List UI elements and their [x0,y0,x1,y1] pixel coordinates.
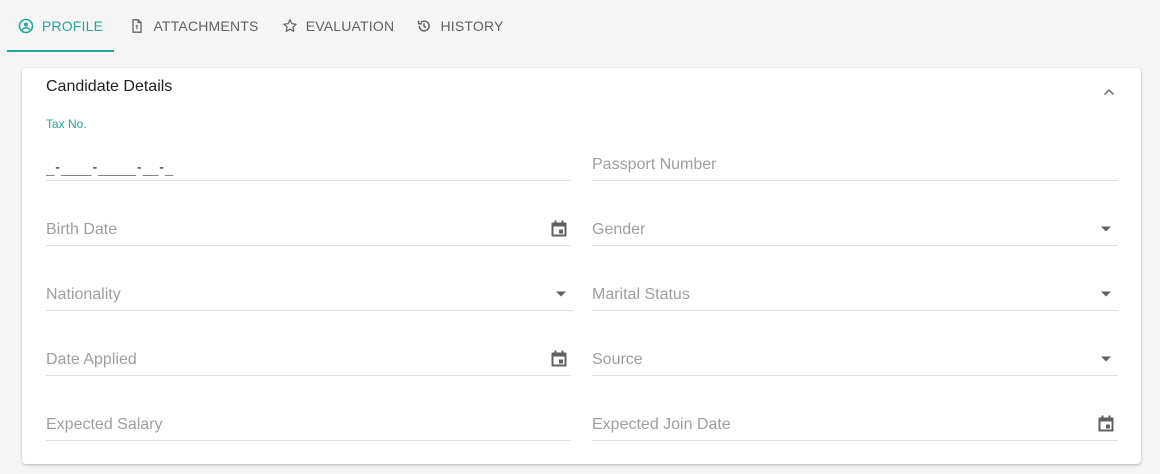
collapse-button[interactable] [1097,80,1121,104]
expected-salary-placeholder: Expected Salary [46,416,163,433]
marital-status-placeholder: Marital Status [592,286,690,303]
dropdown-arrow-icon[interactable] [1094,347,1118,371]
tab-profile[interactable]: PROFILE [7,0,114,52]
tax-no-label: Tax No. [46,117,87,131]
candidate-details-card: Candidate Details Tax No. _-____-_____-_… [22,68,1141,464]
nationality-field[interactable]: Nationality [46,247,573,311]
source-field[interactable]: Source [592,312,1118,376]
birth-date-placeholder: Birth Date [46,221,118,238]
tax-no-field[interactable]: Tax No. _-____-_____-__-_ [46,117,571,181]
dropdown-arrow-icon[interactable] [1094,282,1118,306]
birth-date-field[interactable]: Birth Date [46,182,571,246]
passport-number-placeholder: Passport Number [592,156,717,173]
chevron-up-icon [1101,84,1117,100]
nationality-placeholder: Nationality [46,286,121,303]
tab-profile-label: PROFILE [41,18,104,34]
calendar-icon[interactable] [547,347,571,371]
dropdown-arrow-icon[interactable] [549,282,573,306]
calendar-icon[interactable] [547,217,571,241]
dropdown-arrow-icon[interactable] [1094,217,1118,241]
tab-attachments-label: ATTACHMENTS [153,18,259,34]
expected-salary-field[interactable]: Expected Salary [46,377,571,441]
source-placeholder: Source [592,351,643,368]
star-icon [282,18,298,34]
tax-no-value[interactable]: _-____-_____-__-_ [46,160,173,176]
calendar-icon[interactable] [1094,412,1118,436]
expected-join-date-placeholder: Expected Join Date [592,416,731,433]
date-applied-field[interactable]: Date Applied [46,312,571,376]
passport-number-field[interactable]: Passport Number [592,117,1118,181]
page-frame: PROFILE ATTACHMENTS EVALUATION HISTORY C… [0,0,1160,474]
gender-placeholder: Gender [592,221,646,238]
tab-attachments[interactable]: ATTACHMENTS [124,0,264,52]
gender-field[interactable]: Gender [592,182,1118,246]
tab-history-label: HISTORY [440,18,504,34]
account-circle-icon [18,18,34,34]
date-applied-placeholder: Date Applied [46,351,137,368]
tab-evaluation-label: EVALUATION [305,18,395,34]
marital-status-field[interactable]: Marital Status [592,247,1118,311]
tab-history[interactable]: HISTORY [412,0,508,52]
history-icon [416,18,432,34]
tab-evaluation[interactable]: EVALUATION [278,0,398,52]
tab-bar: PROFILE ATTACHMENTS EVALUATION HISTORY [0,0,1160,52]
card-title: Candidate Details [46,78,173,95]
expected-join-date-field[interactable]: Expected Join Date [592,377,1118,441]
file-icon [129,18,145,34]
